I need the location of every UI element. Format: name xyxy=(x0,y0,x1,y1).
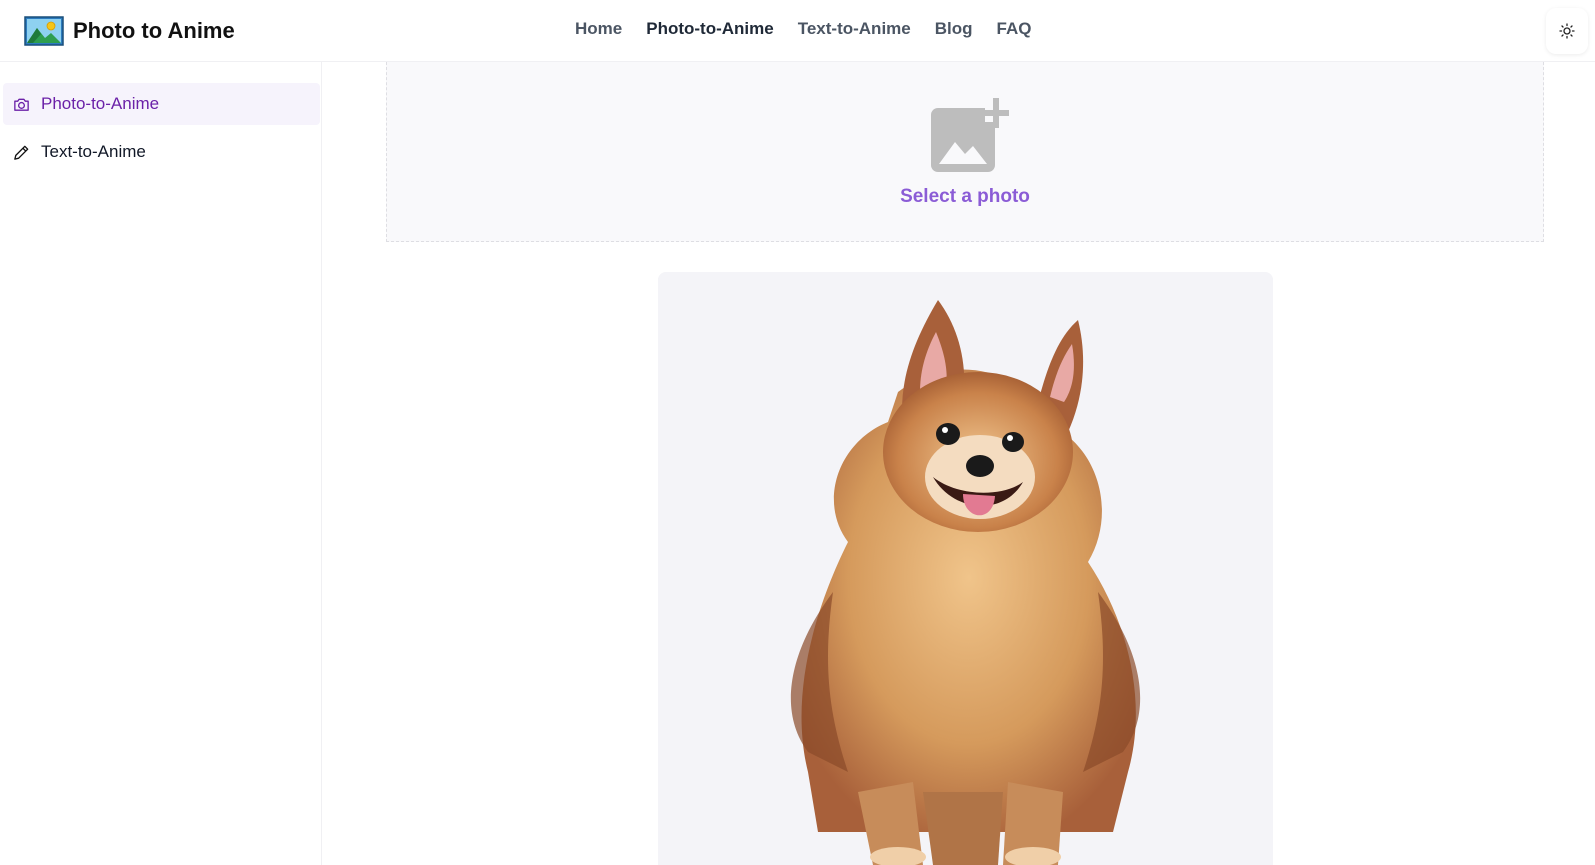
nav-home[interactable]: Home xyxy=(575,19,622,39)
camera-icon xyxy=(14,98,29,111)
add-photo-icon xyxy=(931,96,1009,172)
anime-result-image xyxy=(658,272,1273,865)
main-nav: Home Photo-to-Anime Text-to-Anime Blog F… xyxy=(575,19,1031,39)
brand[interactable]: Photo to Anime xyxy=(24,15,235,47)
theme-toggle-button[interactable] xyxy=(1546,8,1588,54)
top-header: Photo to Anime Home Photo-to-Anime Text-… xyxy=(0,0,1595,62)
sidebar-item-text-to-anime[interactable]: Text-to-Anime xyxy=(3,131,320,173)
anime-dog-image xyxy=(658,272,1273,865)
nav-faq[interactable]: FAQ xyxy=(997,19,1032,39)
nav-blog[interactable]: Blog xyxy=(935,19,973,39)
sidebar-item-label: Photo-to-Anime xyxy=(41,94,160,113)
brand-name: Photo to Anime xyxy=(73,18,235,43)
sidebar-item-label: Text-to-Anime xyxy=(41,142,146,161)
nav-text-to-anime[interactable]: Text-to-Anime xyxy=(798,19,911,39)
landscape-logo-icon xyxy=(24,16,64,46)
photo-upload-dropzone[interactable]: Select a photo xyxy=(386,62,1544,242)
sidebar: Photo-to-Anime Text-to-Anime xyxy=(0,62,322,865)
nav-photo-to-anime[interactable]: Photo-to-Anime xyxy=(646,19,773,39)
select-photo-label: Select a photo xyxy=(900,186,1030,207)
pencil-icon xyxy=(14,145,29,160)
sun-icon xyxy=(1559,23,1575,39)
sidebar-item-photo-to-anime[interactable]: Photo-to-Anime xyxy=(3,83,320,125)
